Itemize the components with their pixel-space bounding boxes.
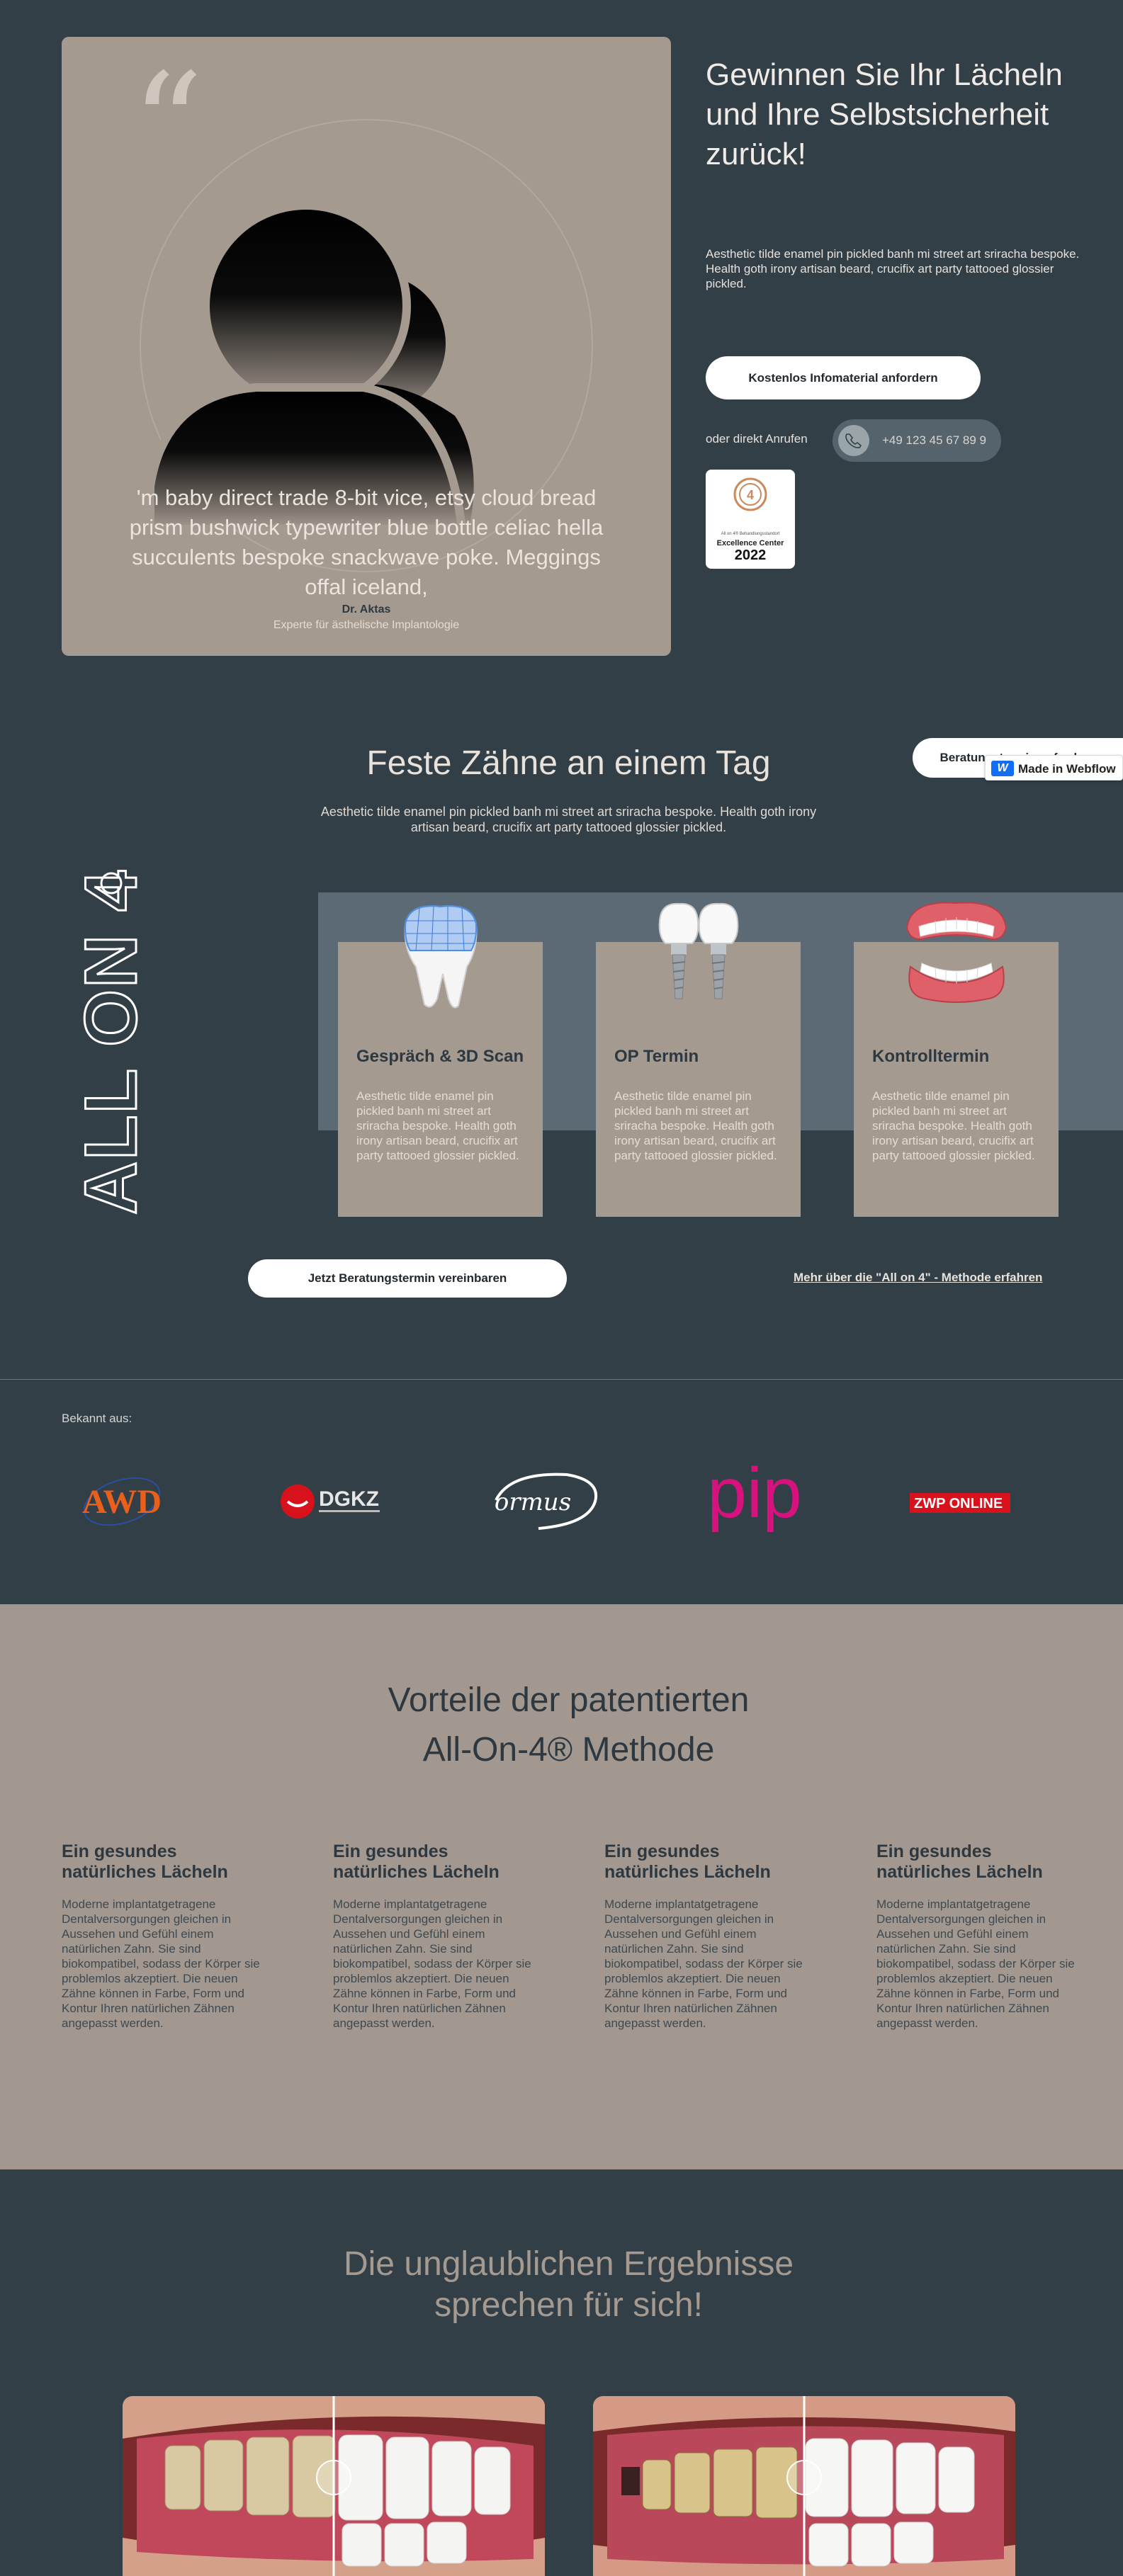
award-medal-icon: 4: [733, 477, 767, 511]
webflow-badge[interactable]: W Made in Webflow: [985, 755, 1123, 781]
step-text: Aesthetic tilde enamel pin pickled banh …: [614, 1089, 777, 1162]
awd-logo[interactable]: AWD: [62, 1459, 182, 1544]
benefit-item: Ein gesundes natürliches Lächeln Moderne…: [62, 1842, 267, 2031]
webflow-badge-label: Made in Webflow: [1018, 762, 1116, 776]
excellence-award-badge: 4 All on 4® Behandlungsstandort Excellen…: [706, 470, 795, 569]
ormus-logo[interactable]: ormus: [482, 1459, 602, 1544]
all-on-4-vertical-logo: ALL ON 4: [69, 868, 154, 1216]
step-card: Gespräch & 3D Scan Aesthetic tilde ename…: [338, 905, 543, 1217]
testimonial-card: “ 'm baby direct trade 8-bit vice, etsy …: [62, 37, 671, 656]
phone-button[interactable]: +49 123 45 67 89 9: [833, 419, 1001, 462]
phone-icon: [838, 425, 869, 456]
benefit-title: Ein gesundes natürliches Lächeln: [604, 1842, 771, 1882]
benefit-title: Ein gesundes natürliches Lächeln: [876, 1842, 1043, 1882]
hero-text: Aesthetic tilde enamel pin pickled banh …: [706, 247, 1080, 290]
call-label: oder direkt Anrufen: [706, 432, 808, 446]
ormus-logo-text: ormus: [495, 1488, 571, 1516]
step-title: OP Termin: [614, 1047, 699, 1066]
section-divider: [0, 1379, 1123, 1380]
benefit-title: Ein gesundes natürliches Lächeln: [62, 1842, 228, 1882]
step-title: Kontrolltermin: [872, 1047, 990, 1066]
avatar-placeholder-icon: [150, 201, 474, 529]
results-title-line2: sprechen für sich!: [434, 2286, 703, 2324]
hero-title: Gewinnen Sie Ihr Lächeln und Ihre Selbst…: [706, 57, 1063, 171]
info-material-button[interactable]: Kostenlos Infomaterial anfordern: [706, 356, 981, 399]
testimonial-author: Dr. Aktas: [342, 603, 391, 615]
consult-appointment-button[interactable]: Jetzt Beratungstermin vereinbaren: [248, 1259, 567, 1298]
award-year: 2022: [734, 547, 767, 563]
step-text: Aesthetic tilde enamel pin pickled banh …: [356, 1089, 519, 1162]
results-title: Die unglaublichen Ergebnisse sprechen fü…: [0, 2244, 1123, 2326]
benefit-text: Moderne implantatgetragene Dentalversorg…: [876, 1897, 1075, 2030]
testimonial-quote: 'm baby direct trade 8-bit vice, etsy cl…: [129, 485, 604, 599]
zwp-online-logo[interactable]: ZWP ONLINE: [907, 1459, 1013, 1544]
denture-icon: [905, 902, 1008, 1003]
testimonial-author-role: Experte für ästhelische Implantologie: [273, 619, 460, 631]
all-on-4-logo-text: ALL ON 4: [70, 869, 152, 1215]
before-after-slider[interactable]: [593, 2396, 1015, 2576]
before-after-image: [123, 2396, 545, 2576]
phone-number: +49 123 45 67 89 9: [882, 433, 986, 447]
benefits-title: Vorteile der patentierten All-On-4® Meth…: [0, 1676, 1123, 1775]
before-after-slider[interactable]: [123, 2396, 545, 2576]
results-title-line1: Die unglaublichen Ergebnisse: [343, 2245, 794, 2283]
benefit-item: Ein gesundes natürliches Lächeln Moderne…: [333, 1842, 538, 2031]
pip-logo-text: pip: [707, 1459, 801, 1533]
awd-logo-text: AWD: [82, 1483, 162, 1521]
dental-implant-icon: [658, 902, 739, 999]
benefit-title: Ein gesundes natürliches Lächeln: [333, 1842, 500, 1882]
benefit-text: Moderne implantatgetragene Dentalversorg…: [333, 1897, 531, 2030]
benefits-title-line1: Vorteile der patentierten: [388, 1681, 750, 1719]
step-card: Kontrolltermin Aesthetic tilde enamel pi…: [854, 902, 1059, 1217]
award-line1: All on 4® Behandlungsstandort: [721, 532, 780, 536]
benefit-item: Ein gesundes natürliches Lächeln Moderne…: [876, 1842, 1082, 2031]
known-from-label: Bekannt aus:: [62, 1412, 132, 1425]
benefit-item: Ein gesundes natürliches Lächeln Moderne…: [604, 1842, 810, 2031]
tooth-3d-scan-icon: [404, 905, 478, 1009]
benefit-text: Moderne implantatgetragene Dentalversorg…: [62, 1897, 260, 2030]
dgkz-logo[interactable]: DGKZ: [276, 1459, 386, 1544]
pip-logo[interactable]: pip: [698, 1459, 811, 1544]
svg-text:4: 4: [747, 488, 754, 502]
zwp-online-logo-text: ZWP ONLINE: [914, 1496, 1003, 1511]
benefits-title-line2: All-On-4® Methode: [422, 1731, 715, 1769]
webflow-logo-icon: W: [991, 761, 1014, 776]
allon4-text: Aesthetic tilde enamel pin pickled banh …: [320, 805, 817, 834]
more-about-method-link[interactable]: Mehr über die "All on 4" - Methode erfah…: [794, 1271, 1042, 1285]
dgkz-logo-text: DGKZ: [319, 1487, 379, 1511]
step-title: Gespräch & 3D Scan: [356, 1047, 524, 1066]
step-text: Aesthetic tilde enamel pin pickled banh …: [872, 1089, 1035, 1162]
step-card: OP Termin Aesthetic tilde enamel pin pic…: [596, 902, 801, 1217]
award-line2: Excellence Center: [716, 539, 784, 547]
benefit-text: Moderne implantatgetragene Dentalversorg…: [604, 1897, 803, 2030]
before-after-image: [593, 2396, 1015, 2576]
